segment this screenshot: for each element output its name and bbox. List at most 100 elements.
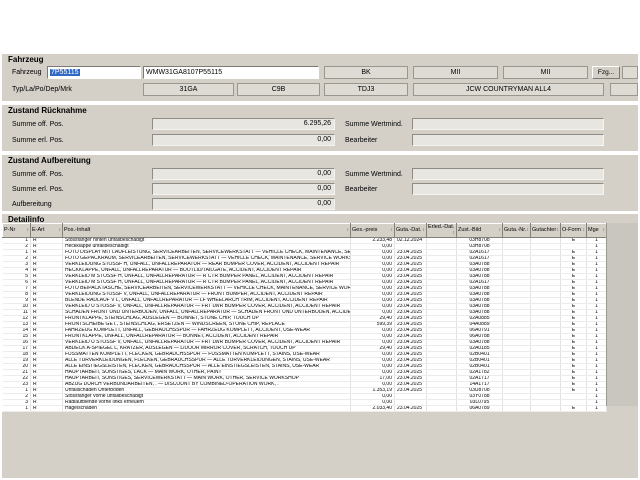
- cell-pos-inhalt: VERKLEID U STOSSF V, UNFALL, UNFALLREPAR…: [63, 304, 351, 310]
- summe-erl-value: 0,00: [152, 183, 335, 195]
- sort-icon[interactable]: ↕: [499, 227, 502, 234]
- fahrzeug-input[interactable]: 7P55115: [47, 66, 141, 79]
- cell-guta-dat: 23.04.2025: [395, 364, 427, 370]
- fzg-button[interactable]: Fzg...: [592, 66, 620, 79]
- cell-guta-dat: 23.04.2025: [395, 286, 427, 292]
- column-header-label: Zust.-Bild: [458, 227, 481, 233]
- column-header-label: Pos.-Inhalt: [64, 227, 90, 233]
- column-header-eart[interactable]: E-Art ↕: [31, 224, 63, 238]
- column-header-label: Guta.-Nr.: [504, 227, 526, 233]
- column-header-label: E-Art: [32, 227, 45, 233]
- summe-off-label: Summe off. Pos.: [12, 168, 64, 181]
- cell-guta-dat: 23.04.2025: [395, 304, 427, 310]
- empty-field-2: [610, 83, 638, 96]
- cell-guta-dat: 23.04.2025: [395, 250, 427, 256]
- cell-guta-dat: 23.04.2025: [395, 334, 427, 340]
- table-filler-column: [606, 223, 638, 406]
- column-header-label: Gutachter: [532, 227, 556, 233]
- cell-pos-inhalt: VERKLEID M STOSSF H, UNFALL, UNFALLREPAR…: [63, 274, 351, 280]
- summe-erl-label: Summe erl. Pos.: [12, 183, 64, 196]
- column-header-zust-bild[interactable]: Zust.-Bild ↕: [457, 224, 503, 238]
- empty-field-1: [622, 66, 638, 79]
- aufbereitung-label: Aufbereitung: [12, 198, 52, 211]
- cell-mge: 1: [587, 406, 607, 412]
- column-header-label: P-Nr: [4, 227, 15, 233]
- fahrzeug-section-title: Fahrzeug: [8, 55, 44, 64]
- column-header-label: Erled.-Dat.: [428, 224, 454, 230]
- summe-off-label: Summe off. Pos.: [12, 118, 64, 131]
- wertmind-value: [412, 118, 604, 130]
- sort-icon[interactable]: ↕: [423, 227, 426, 234]
- bearbeiter-label: Bearbeiter: [345, 183, 377, 196]
- sort-icon[interactable]: ↕: [527, 227, 530, 234]
- sort-icon[interactable]: ↕: [347, 227, 350, 234]
- summe-erl-value: 0,00: [152, 134, 335, 146]
- column-header-mge[interactable]: Mge ↕: [587, 224, 607, 238]
- cell-pos-inhalt: ALLE TÜRVERKLEIDUNGEN, FLECKEN, GEBRAUCH…: [63, 358, 351, 364]
- sort-icon[interactable]: ↕: [583, 227, 586, 234]
- model-field: JCW COUNTRYMAN ALL4: [413, 83, 604, 96]
- detail-table: P-Nr↕E-Art↕Pos.-Inhalt↕Ges.-preis↕Guta.-…: [2, 223, 607, 412]
- column-header-pnr[interactable]: P-Nr ↕: [3, 224, 31, 238]
- mii-field-2: MII: [503, 66, 588, 79]
- cell-pos-inhalt: Hagelschaden: [63, 406, 351, 412]
- cell-guta-dat: 23.04.2025: [395, 316, 427, 322]
- sort-icon[interactable]: ↕: [59, 227, 62, 234]
- column-header-o-form[interactable]: O-Form↕: [561, 224, 587, 238]
- table-row[interactable]: 1RHagelschaden2.033,4023.04.202506A0789E…: [3, 406, 607, 412]
- fahrzeug-selected-text: 7P55115: [50, 69, 80, 76]
- cell-pos-inhalt: FAHRZEUG KOMPLETT, UNFALL, GEBRAUCHSSPUR…: [63, 328, 351, 334]
- aufbereitung-section-title: Zustand Aufbereitung: [8, 156, 91, 165]
- application-window: Fahrzeug Fahrzeug 7P55115 WMW31GA8107P55…: [0, 0, 640, 480]
- ruecknahme-section-title: Zustand Rücknahme: [8, 106, 87, 115]
- cell-guta-dat: 23.04.2025: [395, 406, 427, 412]
- fahrzeug-label: Fahrzeug: [12, 66, 42, 79]
- wertmind-label: Summe Wertmind.: [345, 118, 403, 131]
- sort-icon[interactable]: ↕: [603, 227, 606, 234]
- cell-guta-dat: 23.04.2025: [395, 340, 427, 346]
- bearbeiter-value: [412, 134, 604, 146]
- cell-guta-dat: 23.04.2025: [395, 310, 427, 316]
- section-ruecknahme: Zustand Rücknahme Summe off. Pos. 6.295,…: [2, 104, 638, 151]
- cell-guta-dat: 23.04.2025: [395, 262, 427, 268]
- column-header-guta-nr[interactable]: Guta.-Nr.↕: [503, 224, 531, 238]
- column-header-ges-preis[interactable]: Ges.-preis↕: [351, 224, 395, 238]
- cell-guta-dat: 23.04.2025: [395, 346, 427, 352]
- vin-input[interactable]: WMW31GA8107P55115: [143, 66, 319, 79]
- sort-icon[interactable]: ↕: [453, 230, 456, 237]
- cell-pos-inhalt: FOTO DISPLAY MIT LAUFLEISTUNG, SERVICEAR…: [63, 250, 351, 256]
- cell-guta-dat: 23.04.2025: [395, 376, 427, 382]
- column-header-gutachter[interactable]: Gutachter↕: [531, 224, 561, 238]
- cell-pos-inhalt: VERKLEID U STOSSF V, UNFALL, UNFALLREPAR…: [63, 340, 351, 346]
- cell-guta-dat: 23.04.2025: [395, 352, 427, 358]
- wertmind-label: Summe Wertmind.: [345, 168, 403, 181]
- column-header-guta-dat[interactable]: Guta.-Dat.↕: [395, 224, 427, 238]
- cell-erled-dat: [427, 406, 457, 412]
- cell-guta-dat: 23.04.2025: [395, 370, 427, 376]
- cell-guta-dat: 23.04.2025: [395, 358, 427, 364]
- column-header-pos-inhalt[interactable]: Pos.-Inhalt ↕: [63, 224, 351, 238]
- typ-label: Typ/La/Po/Dep/Mrk: [12, 83, 72, 96]
- cell-pos-inhalt: VERKLEIDUNG STOSSF V, UNFALL, UNFALLREPA…: [63, 292, 351, 298]
- sort-icon[interactable]: ↕: [391, 227, 394, 234]
- cell-pos-inhalt: BLENDE RADLAUF V L, UNFALL, UNFALLREPARA…: [63, 298, 351, 304]
- cell-gutachter: [531, 406, 561, 412]
- column-header-label: Mge: [588, 227, 599, 233]
- sort-icon[interactable]: ↕: [557, 227, 560, 234]
- cell-eart: R: [31, 406, 63, 412]
- section-aufbereitung: Zustand Aufbereitung Summe off. Pos. 0,0…: [2, 154, 638, 211]
- section-detailinfo: Detailinfo P-Nr↕E-Art↕Pos.-Inhalt↕Ges.-p…: [2, 213, 638, 478]
- cell-zust-bild: 06A0789: [457, 406, 503, 412]
- column-header-label: O-Form: [562, 227, 581, 233]
- cell-pos-inhalt: ALLE EINSTIEGSLEISTEN, FLECKEN, GEBRAUCH…: [63, 364, 351, 370]
- bearbeiter-value: [412, 183, 604, 195]
- wertmind-value: [412, 168, 604, 180]
- summe-erl-label: Summe erl. Pos.: [12, 134, 64, 147]
- bk-field: BK: [324, 66, 408, 79]
- cell-pos-inhalt: SCHADEN FRONT UND UNTERBODEN, UNFALL, UN…: [63, 310, 351, 316]
- cell-guta-dat: 23.04.2025: [395, 280, 427, 286]
- typ-field: 31GA: [143, 83, 234, 96]
- column-header-erled-dat[interactable]: Erled.-Dat.↕: [427, 224, 457, 238]
- cell-pos-inhalt: VERKLEID M STOSSF H, UNFALL, UNFALLREPAR…: [63, 280, 351, 286]
- sort-icon[interactable]: ↕: [27, 227, 30, 234]
